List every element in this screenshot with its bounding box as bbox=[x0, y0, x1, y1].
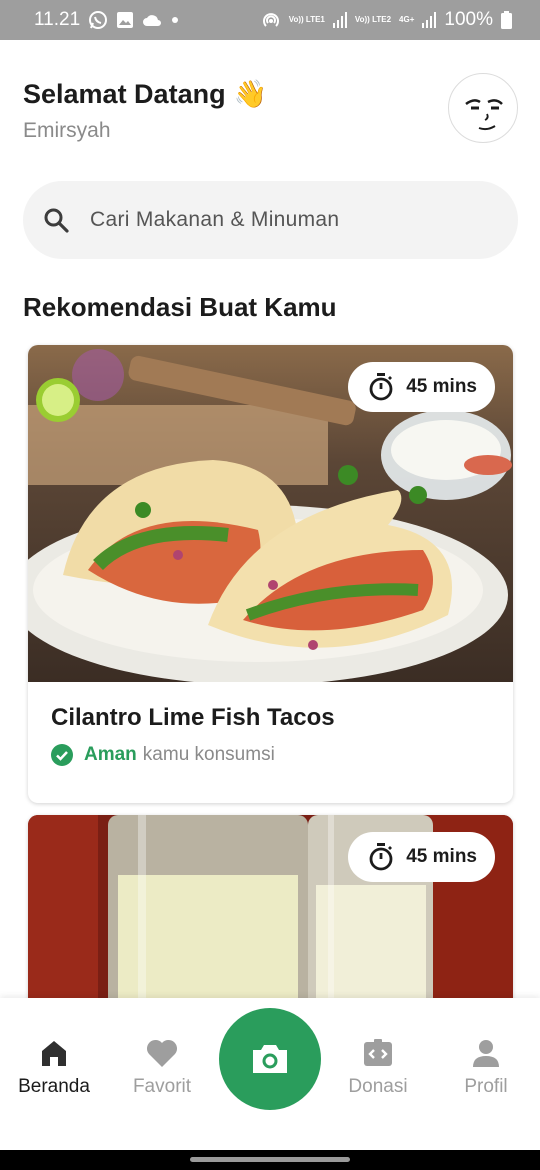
fish-tacos-photo: 45 mins bbox=[28, 345, 513, 682]
safety-status-text: kamu konsumsi bbox=[142, 744, 275, 765]
nav-item-donasi[interactable]: Donasi bbox=[328, 1038, 428, 1098]
status-bar: 11.21 Vo)) LTE1 Vo)) LTE2 4G+ 100% bbox=[0, 0, 540, 40]
camera-button[interactable] bbox=[219, 1008, 321, 1110]
wave-hand-icon: 👋 bbox=[233, 79, 268, 109]
recipe-card[interactable]: 45 mins bbox=[28, 815, 513, 1015]
notification-dot-icon bbox=[170, 15, 180, 25]
greeting-text: Selamat Datang bbox=[23, 78, 226, 109]
whatsapp-icon bbox=[88, 10, 108, 30]
search-input[interactable] bbox=[90, 208, 470, 232]
nav-item-favorit[interactable]: Favorit bbox=[112, 1038, 212, 1098]
nav-label: Favorit bbox=[132, 1076, 192, 1097]
recipe-card[interactable]: 45 mins Cilantro Lime Fish Tacos Aman ka… bbox=[28, 345, 513, 803]
cooking-time-badge: 45 mins bbox=[348, 362, 495, 412]
safety-status: Aman kamu konsumsi bbox=[51, 744, 275, 766]
search-bar[interactable] bbox=[23, 181, 518, 259]
nav-label: Donasi bbox=[348, 1076, 408, 1097]
nav-item-profil[interactable]: Profil bbox=[436, 1038, 536, 1098]
battery-percent: 100% bbox=[444, 9, 493, 30]
home-gesture-handle[interactable] bbox=[190, 1157, 350, 1162]
app-screen: 11.21 Vo)) LTE1 Vo)) LTE2 4G+ 100% Selam… bbox=[0, 0, 540, 1170]
check-circle-icon bbox=[51, 744, 73, 766]
network-label: 4G+ bbox=[399, 15, 415, 24]
avatar[interactable] bbox=[448, 73, 518, 143]
sim1-label: Vo)) LTE1 bbox=[288, 15, 325, 24]
hotspot-icon bbox=[261, 11, 281, 29]
stopwatch-icon bbox=[369, 373, 393, 401]
battery-icon bbox=[501, 11, 512, 29]
cooking-time-badge: 45 mins bbox=[348, 832, 495, 882]
stopwatch-icon bbox=[369, 843, 393, 871]
person-icon bbox=[473, 1040, 499, 1067]
smirk-face-avatar-icon bbox=[465, 99, 503, 131]
sim2-label: Vo)) LTE2 bbox=[354, 15, 392, 24]
nav-item-beranda[interactable]: Beranda bbox=[4, 1038, 104, 1098]
username: Emirsyah bbox=[23, 119, 111, 142]
bottom-navigation: Beranda Favorit Donasi Profil bbox=[0, 998, 540, 1150]
greeting-title: Selamat Datang 👋 bbox=[23, 78, 267, 110]
safety-status-label: Aman bbox=[84, 744, 137, 765]
gallery-icon bbox=[116, 11, 134, 29]
status-time: 11.21 bbox=[34, 9, 81, 30]
signal-icon bbox=[422, 12, 437, 28]
recipe-title: Cilantro Lime Fish Tacos bbox=[51, 704, 335, 731]
drink-bottles-photo: 45 mins bbox=[28, 815, 513, 1015]
nav-label: Beranda bbox=[18, 1076, 90, 1097]
donate-box-icon bbox=[364, 1039, 392, 1066]
system-gesture-bar bbox=[0, 1150, 540, 1170]
cooking-time-label: 45 mins bbox=[406, 376, 477, 397]
heart-icon bbox=[146, 1039, 178, 1067]
search-icon bbox=[44, 208, 69, 233]
camera-icon bbox=[253, 1045, 287, 1073]
home-icon bbox=[42, 1041, 66, 1066]
cloud-icon bbox=[142, 13, 162, 27]
nav-label: Profil bbox=[464, 1076, 508, 1097]
section-title: Rekomendasi Buat Kamu bbox=[23, 292, 337, 322]
cooking-time-label: 45 mins bbox=[406, 846, 477, 867]
signal-icon bbox=[332, 12, 347, 28]
